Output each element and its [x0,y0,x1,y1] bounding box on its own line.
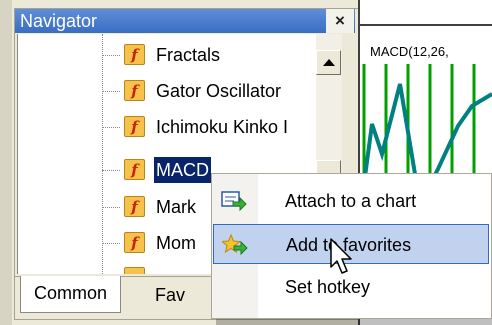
function-icon: f [124,116,145,137]
attach-chart-icon [221,191,247,212]
tree-item-label: MACD [154,157,211,183]
menu-item-label: Set hotkey [285,277,371,297]
function-icon: f [124,44,145,65]
mouse-pointer-icon [330,238,352,274]
function-icon: f [124,80,145,101]
tree-item-fractals[interactable]: f Fractals [102,39,316,71]
tree-branch [102,127,120,128]
tree-item-label: Mark [156,197,196,217]
add-favorites-icon [222,234,248,256]
menu-item-attach-to-chart[interactable]: Attach to a chart [213,181,489,221]
function-icon [124,267,145,274]
tree-item-label: Mom [156,233,196,253]
tree-item-ichimoku[interactable]: f Ichimoku Kinko I [102,111,316,143]
scroll-up-button[interactable] [316,50,341,75]
navigator-close-button[interactable]: × [326,9,354,33]
tree-branch [102,55,120,56]
tree-branch [102,243,120,244]
function-icon: f [124,232,145,253]
close-icon: × [335,11,345,30]
chart-indicator-title: MACD(12,26, [370,44,449,59]
tree-branch [102,91,120,92]
tree-branch [102,207,120,208]
function-icon: f [124,196,145,217]
tab-common[interactable]: Common [20,276,122,313]
tree-item-gator-oscillator[interactable]: f Gator Oscillator [102,75,316,107]
arrow-up-icon [322,59,335,66]
function-icon: f [124,159,145,180]
tree-item-label: Gator Oscillator [156,81,282,101]
window-edge [0,0,12,325]
menu-item-label: Attach to a chart [285,191,417,211]
tree-branch [102,170,120,171]
tree-item-label: Ichimoku Kinko I [156,117,289,137]
tree-item-label: Fractals [156,45,221,65]
navigator-title: Navigator [20,11,98,31]
tab-favorites[interactable]: Fav [142,278,198,312]
chart-separator [358,24,492,26]
